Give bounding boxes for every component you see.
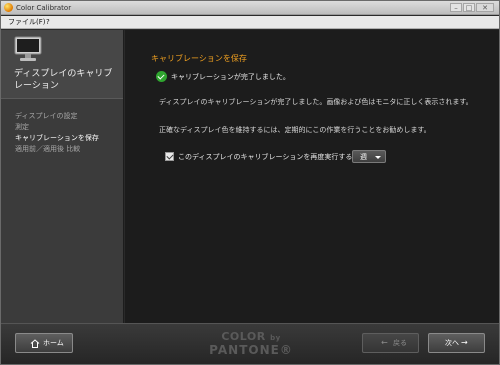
menu-help[interactable]: ? — [46, 17, 50, 28]
next-button[interactable]: 次へ → — [428, 333, 485, 353]
step-save-calibration: キャリブレーションを保存 — [15, 134, 99, 142]
app-icon — [4, 3, 13, 12]
sidebar-header: ディスプレイのキャリブレーション — [1, 30, 123, 99]
title-bar: Color Calibrator – □ ✕ — [1, 1, 499, 15]
home-button[interactable]: ホーム — [15, 333, 73, 353]
maximize-icon[interactable]: □ — [463, 3, 475, 12]
brand-pantone: PANTONE® — [209, 343, 293, 357]
arrow-left-icon: ← — [381, 338, 388, 347]
monitor-icon — [14, 36, 42, 61]
close-icon[interactable]: ✕ — [476, 3, 494, 12]
arrow-right-icon: → — [461, 338, 468, 347]
minimize-icon[interactable]: – — [450, 3, 462, 12]
main-panel: キャリブレーションを保存 キャリブレーションが完了しました。 ディスプレイのキャ… — [125, 30, 499, 323]
app-window: Color Calibrator – □ ✕ ファイル(F) ? ディスプレイの… — [0, 0, 500, 365]
brand-by: by — [270, 334, 281, 342]
completion-text: ディスプレイのキャリブレーションが完了しました。画像および色はモニタに正しく表示… — [159, 98, 473, 106]
menu-file[interactable]: ファイル(F) — [8, 17, 46, 28]
home-icon — [30, 339, 40, 348]
status-message: キャリブレーションが完了しました。 — [171, 73, 290, 81]
reminder-frequency-select[interactable]: 週 — [352, 150, 386, 163]
chevron-down-icon — [375, 156, 381, 159]
success-check-icon — [156, 71, 167, 82]
menu-bar: ファイル(F) ? — [1, 16, 499, 29]
back-button[interactable]: ← 戻る — [362, 333, 419, 353]
reminder-label: このディスプレイのキャリブレーションを再度実行する通知: — [178, 153, 369, 161]
reminder-frequency-value: 週 — [360, 153, 367, 161]
step-display-settings: ディスプレイの設定 — [15, 112, 78, 120]
recommendation-text: 正確なディスプレイ色を維持するには、定期的にこの作業を行うことをお勧めします。 — [159, 126, 431, 134]
step-measure: 測定 — [15, 123, 29, 131]
window-title: Color Calibrator — [16, 4, 72, 12]
sidebar: ディスプレイのキャリブレーション ディスプレイの設定 測定 キャリブレーションを… — [1, 30, 124, 323]
page-title: キャリブレーションを保存 — [151, 54, 247, 63]
sidebar-title: ディスプレイのキャリブレーション — [14, 69, 113, 91]
footer: ホーム COLOR by PANTONE® ← 戻る 次へ → — [1, 323, 499, 364]
step-before-after: 適用前／適用後 比較 — [15, 145, 81, 153]
back-button-label: 戻る — [393, 339, 407, 347]
home-button-label: ホーム — [43, 339, 64, 347]
reminder-checkbox[interactable] — [165, 152, 174, 161]
step-list: ディスプレイの設定 測定 キャリブレーションを保存 適用前／適用後 比較 — [15, 111, 99, 155]
pantone-logo: COLOR by PANTONE® — [209, 331, 293, 357]
brand-color: COLOR — [221, 330, 266, 343]
next-button-label: 次へ — [445, 339, 459, 347]
